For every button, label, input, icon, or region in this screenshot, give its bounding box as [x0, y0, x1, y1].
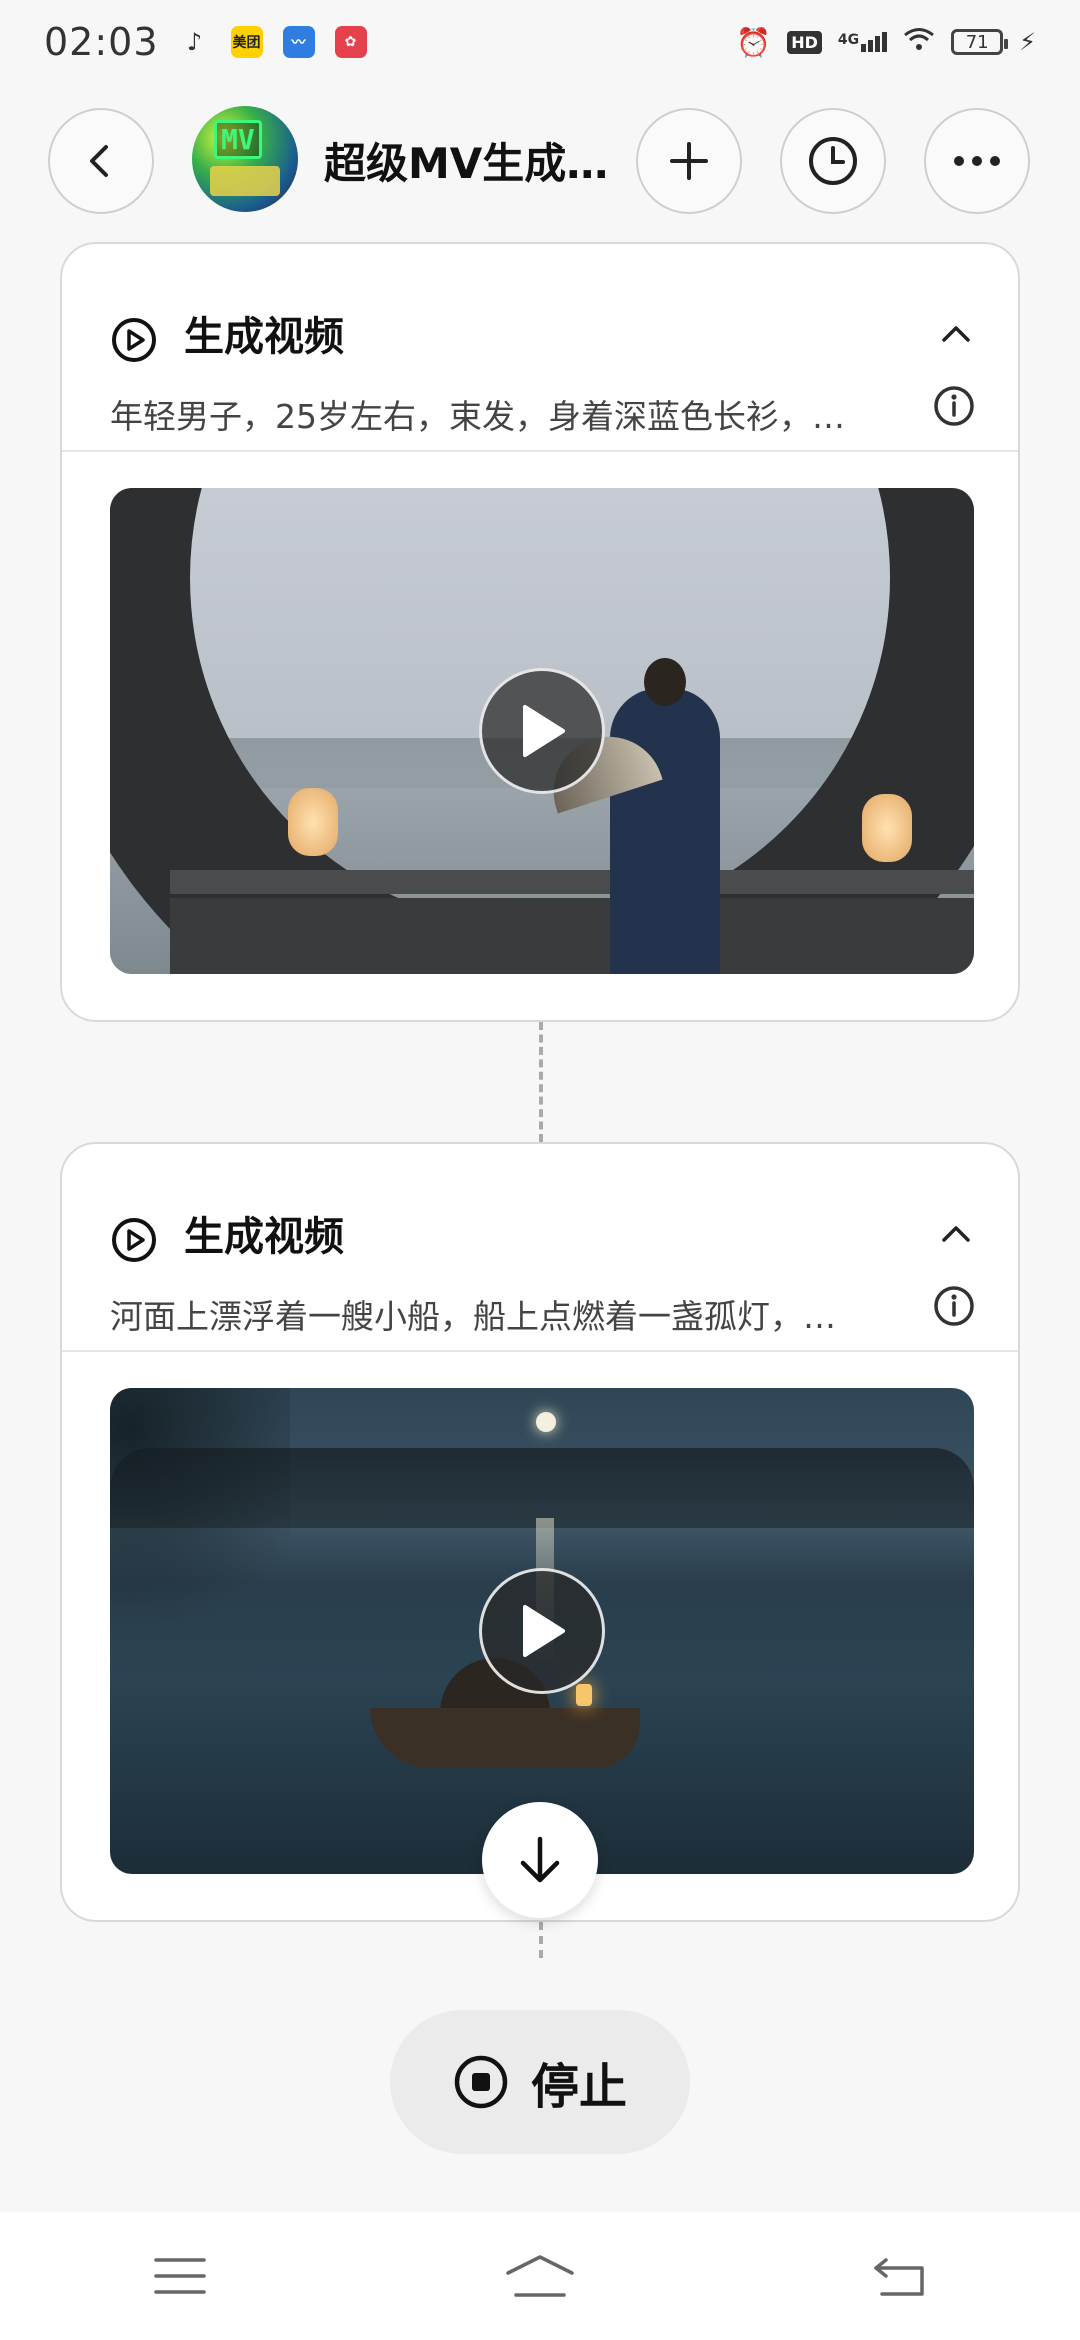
card-title: 生成视频 — [184, 314, 344, 360]
chevron-up-icon[interactable] — [940, 324, 972, 344]
play-icon — [523, 705, 565, 757]
stop-button[interactable]: 停止 — [390, 2010, 690, 2154]
play-circle-icon — [112, 1218, 156, 1262]
play-icon — [523, 1605, 565, 1657]
arrow-down-icon — [520, 1836, 560, 1883]
history-button[interactable] — [780, 108, 886, 214]
status-time: 02:03 — [44, 20, 159, 64]
home-nav-button[interactable] — [490, 2236, 590, 2316]
video-thumbnail[interactable] — [110, 488, 974, 974]
video-card-1: 生成视频 年轻男子，25岁左右，束发，身着深蓝色长衫，… — [60, 242, 1020, 1022]
menu-nav-button[interactable] — [130, 2236, 230, 2316]
card-description: 年轻男子，25岁左右，束发，身着深蓝色长衫，… — [110, 397, 845, 436]
flow-connector — [539, 1922, 543, 1958]
status-bar: 02:03 ♪ 美团 〰 ✿ ⏰ HD 4G 71 ⚡ — [0, 0, 1080, 84]
scroll-down-button[interactable] — [482, 1802, 598, 1918]
network-label: 4G — [837, 32, 860, 48]
battery-icon: 71 — [951, 29, 1009, 55]
card-header[interactable]: 生成视频 年轻男子，25岁左右，束发，身着深蓝色长衫，… — [62, 244, 1018, 452]
back-arrow-icon — [874, 2258, 924, 2296]
back-button[interactable] — [48, 108, 154, 214]
signal-icon: 4G — [837, 32, 888, 52]
info-icon[interactable] — [932, 384, 976, 428]
avatar-mv-text: MV — [214, 120, 262, 159]
flow-connector — [539, 1022, 543, 1142]
add-button[interactable] — [636, 108, 742, 214]
plus-icon — [670, 142, 708, 180]
card-title: 生成视频 — [184, 1214, 344, 1260]
stop-label: 停止 — [530, 2059, 627, 2115]
stop-circle-icon — [454, 2055, 508, 2109]
more-button[interactable] — [924, 108, 1030, 214]
stocks-app-icon: 〰 — [282, 26, 315, 58]
wifi-icon — [903, 26, 935, 59]
system-nav-bar — [0, 2212, 1080, 2340]
battery-level: 71 — [965, 31, 989, 53]
clock-icon — [809, 137, 857, 185]
play-button[interactable] — [479, 1568, 605, 1694]
header: MV 超级MV生成… — [0, 106, 1080, 216]
card-header[interactable]: 生成视频 河面上漂浮着一艘小船，船上点燃着一盏孤灯，… — [62, 1144, 1018, 1352]
home-icon — [506, 2255, 574, 2297]
hd-badge: HD — [787, 30, 822, 54]
alarm-icon: ⏰ — [736, 25, 772, 59]
charging-icon: ⚡ — [1019, 28, 1036, 56]
menu-icon — [154, 2258, 206, 2294]
play-button[interactable] — [479, 668, 605, 794]
more-dots-icon — [954, 156, 1000, 166]
info-icon[interactable] — [932, 1284, 976, 1328]
music-note-icon: ♪ — [186, 28, 203, 56]
back-nav-button[interactable] — [850, 2236, 950, 2316]
chevron-up-icon[interactable] — [940, 1224, 972, 1244]
play-circle-icon — [112, 318, 156, 362]
meituan-app-icon: 美团 — [230, 26, 263, 58]
page-title: 超级MV生成… — [324, 139, 609, 188]
game-app-icon: ✿ — [334, 26, 367, 58]
card-description: 河面上漂浮着一艘小船，船上点燃着一盏孤灯，… — [110, 1297, 836, 1336]
chevron-left-icon — [90, 145, 108, 177]
avatar[interactable]: MV — [192, 106, 298, 212]
